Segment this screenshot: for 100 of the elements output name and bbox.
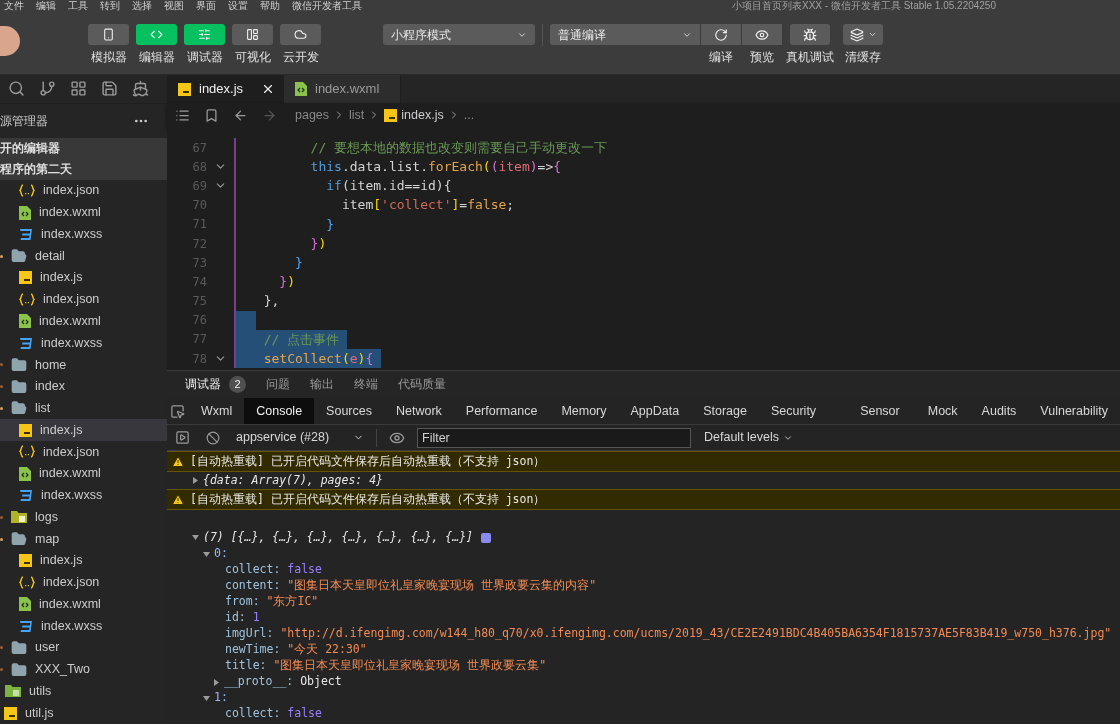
expanded-caret-icon[interactable] (203, 550, 210, 558)
breadcrumb-item[interactable]: ... (463, 105, 475, 125)
console-object[interactable]: (7) [{…}, {…}, {…}, {…}, {…}, {…}, {…}] (203, 528, 474, 547)
file-tree-item[interactable]: index.json (0, 288, 167, 311)
folder-tree-item[interactable]: map (0, 528, 167, 550)
menu-item[interactable]: 微信开发者工具 (292, 0, 362, 12)
devtools-tab[interactable]: Storage (691, 398, 759, 424)
panel-tab[interactable]: 问题 (266, 375, 290, 394)
tab-label: 调试器 (185, 376, 221, 392)
file-tree-item[interactable]: index.wxss (0, 223, 167, 246)
breadcrumb-item[interactable]: index.js (401, 105, 444, 125)
compile-select[interactable]: 普通编译 (550, 24, 700, 45)
file-tree-item[interactable]: util.js (0, 702, 167, 724)
view-toggle-button[interactable] (280, 24, 321, 45)
code-line: } (234, 214, 343, 234)
panel-tab[interactable]: 代码质量 (398, 375, 446, 394)
menu-item[interactable]: 选择 (132, 0, 152, 12)
menu-item[interactable]: 转到 (100, 0, 120, 12)
expanded-caret-icon[interactable] (203, 694, 210, 702)
devtools-tab[interactable]: Console (244, 398, 315, 424)
file-tree-item[interactable]: index.js (0, 266, 167, 289)
file-tree-item[interactable]: index.wxss (0, 615, 167, 637)
mode-select[interactable]: 小程序模式 (383, 24, 535, 45)
folder-tree-item[interactable]: index (0, 375, 167, 398)
file-tree-item[interactable]: index.wxml (0, 310, 167, 333)
view-toggle-button[interactable] (88, 24, 129, 45)
folder-tree-item[interactable]: user (0, 636, 167, 659)
outline-icon[interactable] (175, 107, 190, 123)
bookmark-icon[interactable] (204, 107, 219, 123)
sidebar-toggle-icon[interactable] (175, 430, 190, 445)
menu-item[interactable]: 工具 (68, 0, 88, 12)
toolbar-action-button[interactable] (742, 24, 782, 45)
breadcrumb-item[interactable]: pages (295, 105, 330, 125)
clear-icon[interactable] (206, 430, 220, 445)
search-icon[interactable] (8, 80, 25, 98)
editor-tab[interactable]: index.wxml (284, 75, 401, 103)
file-tree-item[interactable]: index.wxml (0, 201, 167, 224)
ship-icon[interactable] (132, 80, 149, 98)
file-tree-item[interactable]: index.js (0, 549, 167, 572)
branch-icon[interactable] (39, 80, 56, 98)
menu-item[interactable]: 视图 (164, 0, 184, 12)
file-tree-item[interactable]: index.js (0, 419, 167, 442)
filter-field[interactable]: Filter (417, 427, 691, 448)
file-tree-item[interactable]: index.json (0, 179, 167, 202)
file-tree-item[interactable]: index.json (0, 441, 167, 463)
folder-tree-item[interactable]: home (0, 354, 167, 376)
console-object[interactable]: {data: Array(7), pages: 4} (203, 471, 383, 490)
devtools-tab[interactable]: AppData (618, 398, 692, 424)
devtools-tab[interactable]: Wxml (189, 398, 245, 424)
menu-item[interactable]: 设置 (228, 0, 248, 12)
folder-tree-item[interactable]: list (0, 397, 167, 420)
breadcrumb-item[interactable]: list (349, 105, 365, 125)
save-icon[interactable] (101, 80, 118, 98)
collapsed-caret-icon[interactable] (192, 477, 199, 484)
menu-item[interactable]: 编辑 (36, 0, 56, 12)
panel-tab[interactable]: 终端 (354, 375, 378, 394)
menu-item[interactable]: 文件 (4, 0, 24, 12)
folder-tree-item[interactable]: logs (0, 506, 167, 529)
devtools-tab[interactable]: Performance (453, 398, 550, 424)
file-tree-item[interactable]: index.json (0, 571, 167, 594)
devtools-tab[interactable]: Sources (314, 398, 384, 424)
inspect-icon[interactable] (170, 403, 186, 419)
devtools-tab[interactable]: Sensor (828, 398, 916, 424)
file-name: index.wxss (41, 225, 103, 243)
collapsed-caret-icon[interactable] (213, 678, 220, 686)
dropdown-icon (867, 30, 877, 39)
view-toggle-button[interactable] (184, 24, 225, 45)
extensions-icon[interactable] (70, 80, 87, 98)
panel-tab[interactable]: 调试器 2 (185, 375, 246, 394)
menu-item[interactable]: 界面 (196, 0, 216, 12)
section-header[interactable]: 程序的第二天 (0, 159, 167, 180)
line-number: 69 (191, 177, 207, 195)
close-icon[interactable] (261, 82, 275, 96)
editor-tab[interactable]: index.js (167, 75, 284, 103)
devtools-tab[interactable]: Memory (549, 398, 619, 424)
view-toggle-button[interactable] (136, 24, 177, 45)
toolbar-action-button[interactable] (701, 24, 741, 45)
file-tree-item[interactable]: index.wxml (0, 593, 167, 616)
panel-tab[interactable]: 输出 (310, 375, 334, 394)
toolbar-action-button[interactable] (790, 24, 830, 45)
levels-select[interactable]: Default levels (704, 428, 794, 447)
expanded-caret-icon[interactable] (192, 534, 199, 541)
avatar[interactable] (0, 26, 20, 56)
devtools-tab[interactable]: Vulnerability (1028, 398, 1120, 424)
file-tree-item[interactable]: index.wxss (0, 484, 167, 507)
folder-tree-item[interactable]: utils (0, 680, 167, 703)
section-header[interactable]: 开的编辑器 (0, 138, 167, 160)
folder-tree-item[interactable]: XXX_Two (0, 658, 167, 681)
devtools-tab[interactable]: Security (758, 398, 829, 424)
view-toggle-button[interactable] (232, 24, 273, 45)
menu-item[interactable]: 帮助 (260, 0, 280, 12)
file-tree-item[interactable]: index.wxml (0, 462, 167, 485)
file-tree-item[interactable]: index.wxss (0, 332, 167, 354)
toolbar-action-button[interactable] (843, 24, 883, 45)
devtools-tab[interactable]: Network (383, 398, 454, 424)
devtools-tab[interactable]: Mock (915, 398, 970, 424)
back-icon[interactable] (233, 107, 248, 123)
context-select[interactable]: appservice (#28) (236, 428, 368, 447)
folder-tree-item[interactable]: detail (0, 245, 167, 267)
devtools-tab[interactable]: Audits (969, 398, 1029, 424)
